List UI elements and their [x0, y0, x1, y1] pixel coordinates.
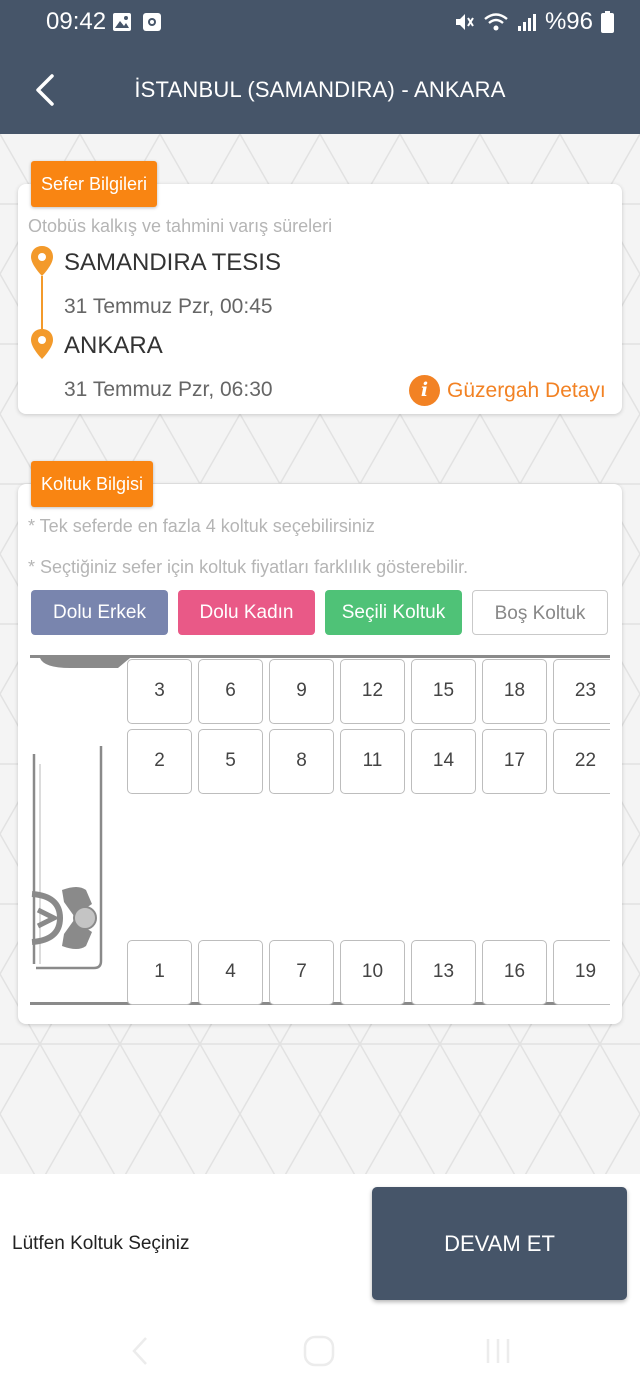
- battery-icon: [601, 11, 614, 33]
- seat-15[interactable]: 15: [411, 659, 476, 724]
- wifi-icon: [484, 13, 508, 31]
- seat-12[interactable]: 12: [340, 659, 405, 724]
- departure-stop-name: SAMANDIRA TESIS: [64, 249, 281, 276]
- seat-16[interactable]: 16: [482, 940, 547, 1005]
- seat-2[interactable]: 2: [127, 729, 192, 794]
- mute-icon: [455, 14, 474, 30]
- seat-3[interactable]: 3: [127, 659, 192, 724]
- seat-19[interactable]: 19: [553, 940, 610, 1005]
- arrival-stop-name: ANKARA: [64, 332, 163, 359]
- battery-percent: %96: [544, 8, 593, 35]
- status-right: %96: [453, 8, 614, 36]
- app-notification-icon: [143, 13, 161, 31]
- signal-icon: [517, 14, 536, 31]
- location-pin-icon: [31, 329, 53, 359]
- seat-22[interactable]: 22: [553, 729, 610, 794]
- route-detail-label: Güzergah Detayı: [447, 378, 606, 402]
- route-connector-line: [41, 276, 43, 332]
- steering-wheel-icon: [31, 746, 103, 970]
- departure-time: 31 Temmuz Pzr, 00:45: [64, 295, 273, 318]
- status-notification-icons: [112, 12, 162, 32]
- seat-1[interactable]: 1: [127, 940, 192, 1005]
- legend-empty-seat: Boş Koltuk: [472, 590, 608, 635]
- arrival-time: 31 Temmuz Pzr, 06:30: [64, 378, 273, 401]
- seat-info-tag: Koltuk Bilgisi: [31, 461, 154, 507]
- seat-17[interactable]: 17: [482, 729, 547, 794]
- seat-10[interactable]: 10: [340, 940, 405, 1005]
- nav-back-icon[interactable]: [128, 1335, 152, 1367]
- seat-23[interactable]: 23: [553, 659, 610, 724]
- select-seat-message: Lütfen Koltuk Seçiniz: [12, 1233, 190, 1254]
- seat-13[interactable]: 13: [411, 940, 476, 1005]
- continue-button[interactable]: DEVAM ET: [372, 1187, 627, 1300]
- trip-info-tag: Sefer Bilgileri: [31, 161, 158, 207]
- location-pin-icon: [31, 246, 53, 276]
- seat-4[interactable]: 4: [198, 940, 263, 1005]
- bus-door-top: [40, 658, 130, 668]
- route-detail-link[interactable]: i Güzergah Detayı: [409, 375, 606, 406]
- seat-5[interactable]: 5: [198, 729, 263, 794]
- seat-18[interactable]: 18: [482, 659, 547, 724]
- seat-8[interactable]: 8: [269, 729, 334, 794]
- legend-occupied-male: Dolu Erkek: [31, 590, 168, 635]
- gallery-icon: [113, 13, 131, 31]
- status-bar: 09:42 %96: [0, 0, 640, 46]
- seat-limit-note: * Tek seferde en fazla 4 koltuk seçebili…: [28, 516, 375, 536]
- legend-selected-seat: Seçili Koltuk: [325, 590, 462, 635]
- seat-11[interactable]: 11: [340, 729, 405, 794]
- nav-home-icon[interactable]: [303, 1335, 335, 1367]
- seat-9[interactable]: 9: [269, 659, 334, 724]
- page-title: İSTANBUL (SAMANDIRA) - ANKARA: [134, 77, 506, 102]
- seat-6[interactable]: 6: [198, 659, 263, 724]
- nav-recents-icon[interactable]: [484, 1335, 512, 1367]
- app-header: 09:42 %96 İSTANBUL (SAMANDIRA) - ANKARA: [0, 0, 640, 134]
- trip-info-hint: Otobüs kalkış ve tahmini varış süreleri: [28, 216, 333, 236]
- seat-14[interactable]: 14: [411, 729, 476, 794]
- seat-7[interactable]: 7: [269, 940, 334, 1005]
- status-time: 09:42: [46, 8, 107, 35]
- system-nav-bar: [0, 1315, 640, 1387]
- bus-seat-map: 3 6 9 12 15 18 23 2 5 8 11 14 17 22 1 4 7 10 13 16 19: [30, 654, 610, 1008]
- seat-price-note: * Seçtiğiniz sefer için koltuk fiyatları…: [28, 557, 469, 577]
- info-icon: i: [409, 375, 440, 406]
- legend-occupied-female: Dolu Kadın: [178, 590, 315, 635]
